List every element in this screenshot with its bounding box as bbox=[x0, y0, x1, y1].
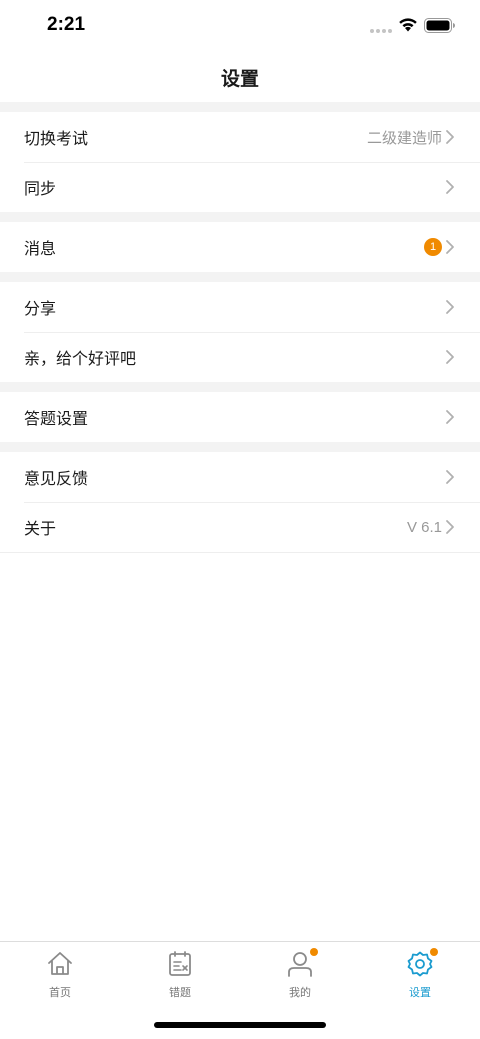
exam-group: 切换考试 二级建造师 同步 bbox=[0, 112, 480, 212]
sync-label: 同步 bbox=[24, 179, 57, 198]
tab-wrong-questions[interactable]: 错题 bbox=[120, 950, 240, 1010]
home-icon bbox=[46, 950, 74, 978]
wrong-questions-icon bbox=[166, 950, 194, 978]
section-separator bbox=[0, 212, 480, 222]
chevron-right-icon bbox=[446, 410, 454, 424]
navigation-bar: 设置 bbox=[0, 52, 480, 102]
answer-settings-label: 答题设置 bbox=[24, 409, 89, 428]
chevron-right-icon bbox=[446, 240, 454, 254]
feedback-row[interactable]: 意见反馈 bbox=[0, 452, 480, 502]
status-time: 2:21 bbox=[47, 14, 86, 35]
notification-dot bbox=[310, 948, 318, 956]
chevron-right-icon bbox=[446, 470, 454, 484]
answer-settings-row[interactable]: 答题设置 bbox=[0, 392, 480, 442]
about-group: 意见反馈 关于 V 6.1 bbox=[0, 452, 480, 553]
tab-settings-label: 设置 bbox=[409, 986, 431, 999]
chevron-right-icon bbox=[446, 300, 454, 314]
tab-settings[interactable]: 设置 bbox=[360, 948, 480, 1010]
rate-app-label: 亲，给个好评吧 bbox=[24, 349, 137, 368]
section-separator bbox=[0, 442, 480, 452]
chevron-right-icon bbox=[446, 180, 454, 194]
tab-home[interactable]: 首页 bbox=[0, 950, 120, 1010]
switch-exam-label: 切换考试 bbox=[24, 129, 89, 148]
battery-icon bbox=[424, 18, 455, 33]
share-row[interactable]: 分享 bbox=[0, 282, 480, 332]
feedback-label: 意见反馈 bbox=[24, 469, 89, 488]
profile-icon bbox=[286, 948, 318, 978]
rate-app-row[interactable]: 亲，给个好评吧 bbox=[0, 332, 480, 382]
answer-group: 答题设置 bbox=[0, 392, 480, 442]
share-label: 分享 bbox=[24, 299, 57, 318]
messages-row[interactable]: 消息 1 bbox=[0, 222, 480, 272]
status-bar: 2:21 bbox=[0, 0, 480, 52]
tab-profile[interactable]: 我的 bbox=[240, 948, 360, 1010]
settings-list: 切换考试 二级建造师 同步 消息 1 分享 亲，给个好评吧 答题设置 意见反馈 … bbox=[0, 102, 480, 553]
sync-row[interactable]: 同步 bbox=[0, 162, 480, 212]
messages-label: 消息 bbox=[24, 239, 57, 258]
wifi-icon bbox=[399, 18, 417, 32]
unread-badge: 1 bbox=[424, 238, 442, 256]
cellular-signal-icon bbox=[370, 29, 392, 33]
chevron-right-icon bbox=[446, 350, 454, 364]
message-group: 消息 1 bbox=[0, 222, 480, 272]
chevron-right-icon bbox=[446, 520, 454, 534]
about-label: 关于 bbox=[24, 519, 57, 538]
section-separator bbox=[0, 382, 480, 392]
tab-home-label: 首页 bbox=[49, 986, 71, 999]
section-separator bbox=[0, 102, 480, 112]
tab-profile-label: 我的 bbox=[289, 986, 311, 999]
list-bottom-divider bbox=[0, 552, 480, 553]
tab-wrong-questions-label: 错题 bbox=[169, 986, 191, 999]
current-exam-value: 二级建造师 bbox=[366, 129, 442, 147]
switch-exam-row[interactable]: 切换考试 二级建造师 bbox=[0, 112, 480, 162]
notification-dot bbox=[430, 948, 438, 956]
chevron-right-icon bbox=[446, 130, 454, 144]
section-separator bbox=[0, 272, 480, 282]
about-row[interactable]: 关于 V 6.1 bbox=[0, 502, 480, 552]
version-value: V 6.1 bbox=[406, 518, 442, 536]
page-title: 设置 bbox=[220, 67, 259, 90]
home-indicator bbox=[154, 1022, 326, 1028]
share-group: 分享 亲，给个好评吧 bbox=[0, 282, 480, 382]
settings-gear-icon bbox=[406, 948, 438, 978]
